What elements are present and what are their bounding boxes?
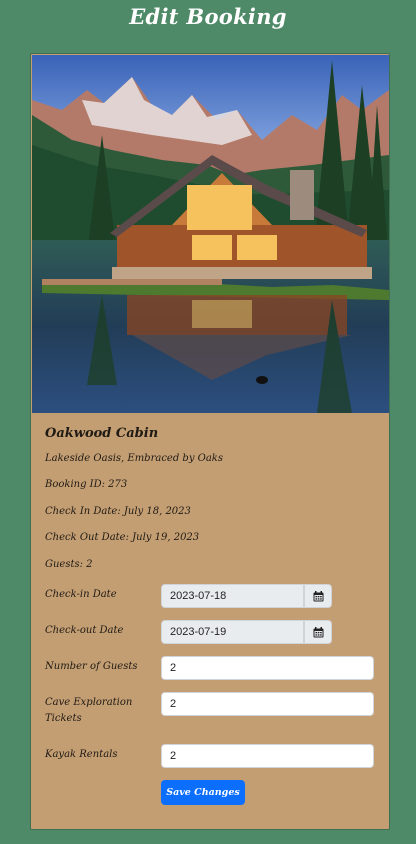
- calendar-icon: [313, 626, 323, 637]
- cave-tickets-input[interactable]: 2: [161, 692, 374, 716]
- calendar-icon: [313, 590, 323, 601]
- cabin-photo: [32, 55, 389, 413]
- save-changes-button[interactable]: Save Changes: [161, 780, 245, 805]
- check-out-label: Check-out Date: [45, 625, 124, 636]
- cabin-tagline: Lakeside Oasis, Embraced by Oaks: [45, 453, 223, 464]
- check-in-info: Check In Date: July 18, 2023: [45, 506, 191, 517]
- page-title: Edit Booking: [129, 4, 287, 29]
- check-in-label: Check-in Date: [45, 589, 117, 600]
- guests-input[interactable]: 2: [161, 656, 374, 680]
- kayak-rentals-label: Kayak Rentals: [45, 749, 118, 760]
- check-out-date-input[interactable]: 2023-07-19: [161, 620, 304, 644]
- check-out-info: Check Out Date: July 19, 2023: [45, 532, 200, 543]
- kayak-rentals-input[interactable]: 2: [161, 744, 374, 768]
- cabin-name: Oakwood Cabin: [45, 426, 159, 441]
- check-in-calendar-button[interactable]: [304, 584, 332, 608]
- check-out-calendar-button[interactable]: [304, 620, 332, 644]
- guests-info: Guests: 2: [45, 559, 93, 570]
- guests-label: Number of Guests: [45, 661, 138, 672]
- booking-id: Booking ID: 273: [45, 479, 128, 490]
- booking-card: Oakwood Cabin Lakeside Oasis, Embraced b…: [30, 53, 390, 830]
- cave-tickets-label: Cave Exploration Tickets: [45, 697, 133, 724]
- check-in-date-input[interactable]: 2023-07-18: [161, 584, 304, 608]
